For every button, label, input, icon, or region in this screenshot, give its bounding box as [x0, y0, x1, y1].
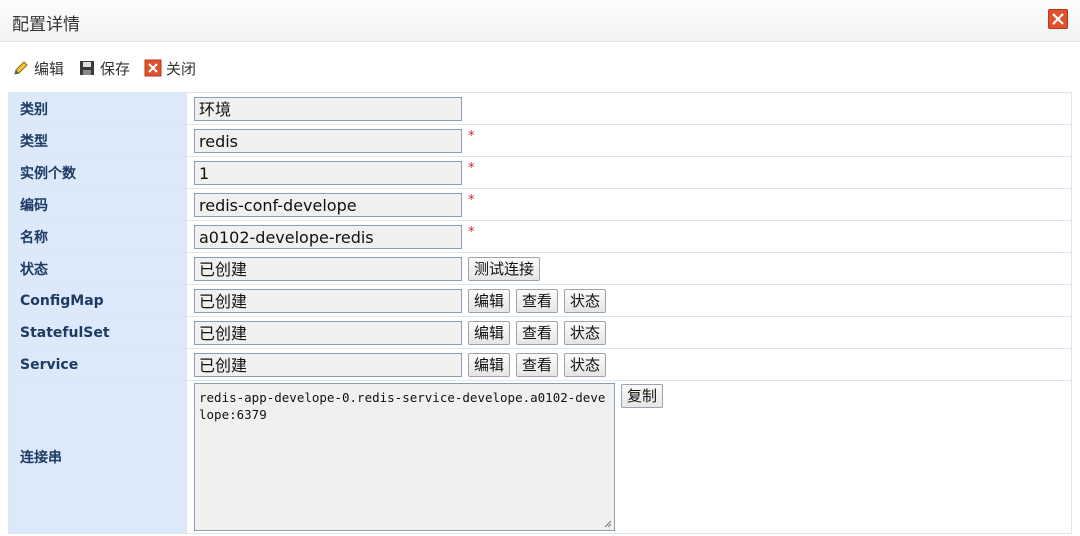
category-field[interactable]: 环境: [194, 96, 462, 121]
configmap-field[interactable]: 已创建: [194, 288, 462, 313]
name-label: 名称: [8, 220, 187, 253]
required-marker: *: [468, 224, 475, 240]
configmap-status-button[interactable]: 状态: [564, 288, 607, 313]
row-statefulset: StatefulSet 已创建 编辑 查看 状态: [8, 316, 1072, 349]
statefulset-field[interactable]: 已创建: [194, 320, 462, 345]
connection-string-text: redis-app-develope-0.redis-service-devel…: [199, 390, 606, 422]
configmap-view-button[interactable]: 查看: [516, 288, 559, 313]
name-field[interactable]: a0102-develope-redis: [194, 224, 462, 249]
required-marker: *: [468, 128, 475, 144]
service-label: Service: [8, 348, 187, 381]
required-marker: *: [468, 192, 475, 208]
status-label: 状态: [8, 252, 187, 285]
floppy-disk-icon: [80, 61, 95, 75]
close-icon[interactable]: [1048, 9, 1068, 29]
connection-string-textarea[interactable]: redis-app-develope-0.redis-service-devel…: [194, 383, 615, 531]
row-category: 类别 环境: [8, 92, 1072, 125]
test-connection-button[interactable]: 测试连接: [468, 256, 541, 281]
save-button[interactable]: 保存: [78, 58, 130, 79]
configmap-label: ConfigMap: [8, 284, 187, 317]
category-label: 类别: [8, 92, 187, 125]
close-icon: [144, 59, 162, 77]
toolbar: 编辑 保存 关闭: [12, 56, 210, 80]
config-form: 类别 环境 类型 redis * 实例个数 1 * 编码 redis-conf-de…: [8, 92, 1072, 534]
row-configmap: ConfigMap 已创建 编辑 查看 状态: [8, 284, 1072, 317]
row-code: 编码 redis-conf-develope *: [8, 188, 1072, 221]
pencil-icon: [14, 61, 28, 75]
statefulset-edit-button[interactable]: 编辑: [468, 320, 511, 345]
service-view-button[interactable]: 查看: [516, 352, 559, 377]
service-edit-button[interactable]: 编辑: [468, 352, 511, 377]
instances-label: 实例个数: [8, 156, 187, 189]
type-label: 类型: [8, 124, 187, 157]
copy-button[interactable]: 复制: [621, 384, 664, 408]
dialog-titlebar: 配置详情: [0, 0, 1080, 42]
statefulset-view-button[interactable]: 查看: [516, 320, 559, 345]
service-status-button[interactable]: 状态: [564, 352, 607, 377]
code-field[interactable]: redis-conf-develope: [194, 192, 462, 217]
close-label: 关闭: [166, 59, 197, 78]
row-instances: 实例个数 1 *: [8, 156, 1072, 189]
resize-grip-icon[interactable]: [602, 518, 612, 528]
edit-label: 编辑: [34, 59, 65, 78]
edit-button[interactable]: 编辑: [12, 58, 64, 79]
dialog-title: 配置详情: [12, 15, 80, 35]
connection-label: 连接串: [8, 380, 187, 534]
statefulset-label: StatefulSet: [8, 316, 187, 349]
status-field[interactable]: 已创建: [194, 256, 462, 281]
code-label: 编码: [8, 188, 187, 221]
save-label: 保存: [100, 59, 131, 78]
type-field[interactable]: redis: [194, 128, 462, 153]
service-field[interactable]: 已创建: [194, 352, 462, 377]
row-type: 类型 redis *: [8, 124, 1072, 157]
row-name: 名称 a0102-develope-redis *: [8, 220, 1072, 253]
row-service: Service 已创建 编辑 查看 状态: [8, 348, 1072, 381]
row-status: 状态 已创建 测试连接: [8, 252, 1072, 285]
configmap-edit-button[interactable]: 编辑: [468, 288, 511, 313]
close-button[interactable]: 关闭: [144, 58, 196, 79]
row-connection: 连接串 redis-app-develope-0.redis-service-d…: [8, 380, 1072, 534]
statefulset-status-button[interactable]: 状态: [564, 320, 607, 345]
required-marker: *: [468, 160, 475, 176]
instances-field[interactable]: 1: [194, 160, 462, 185]
